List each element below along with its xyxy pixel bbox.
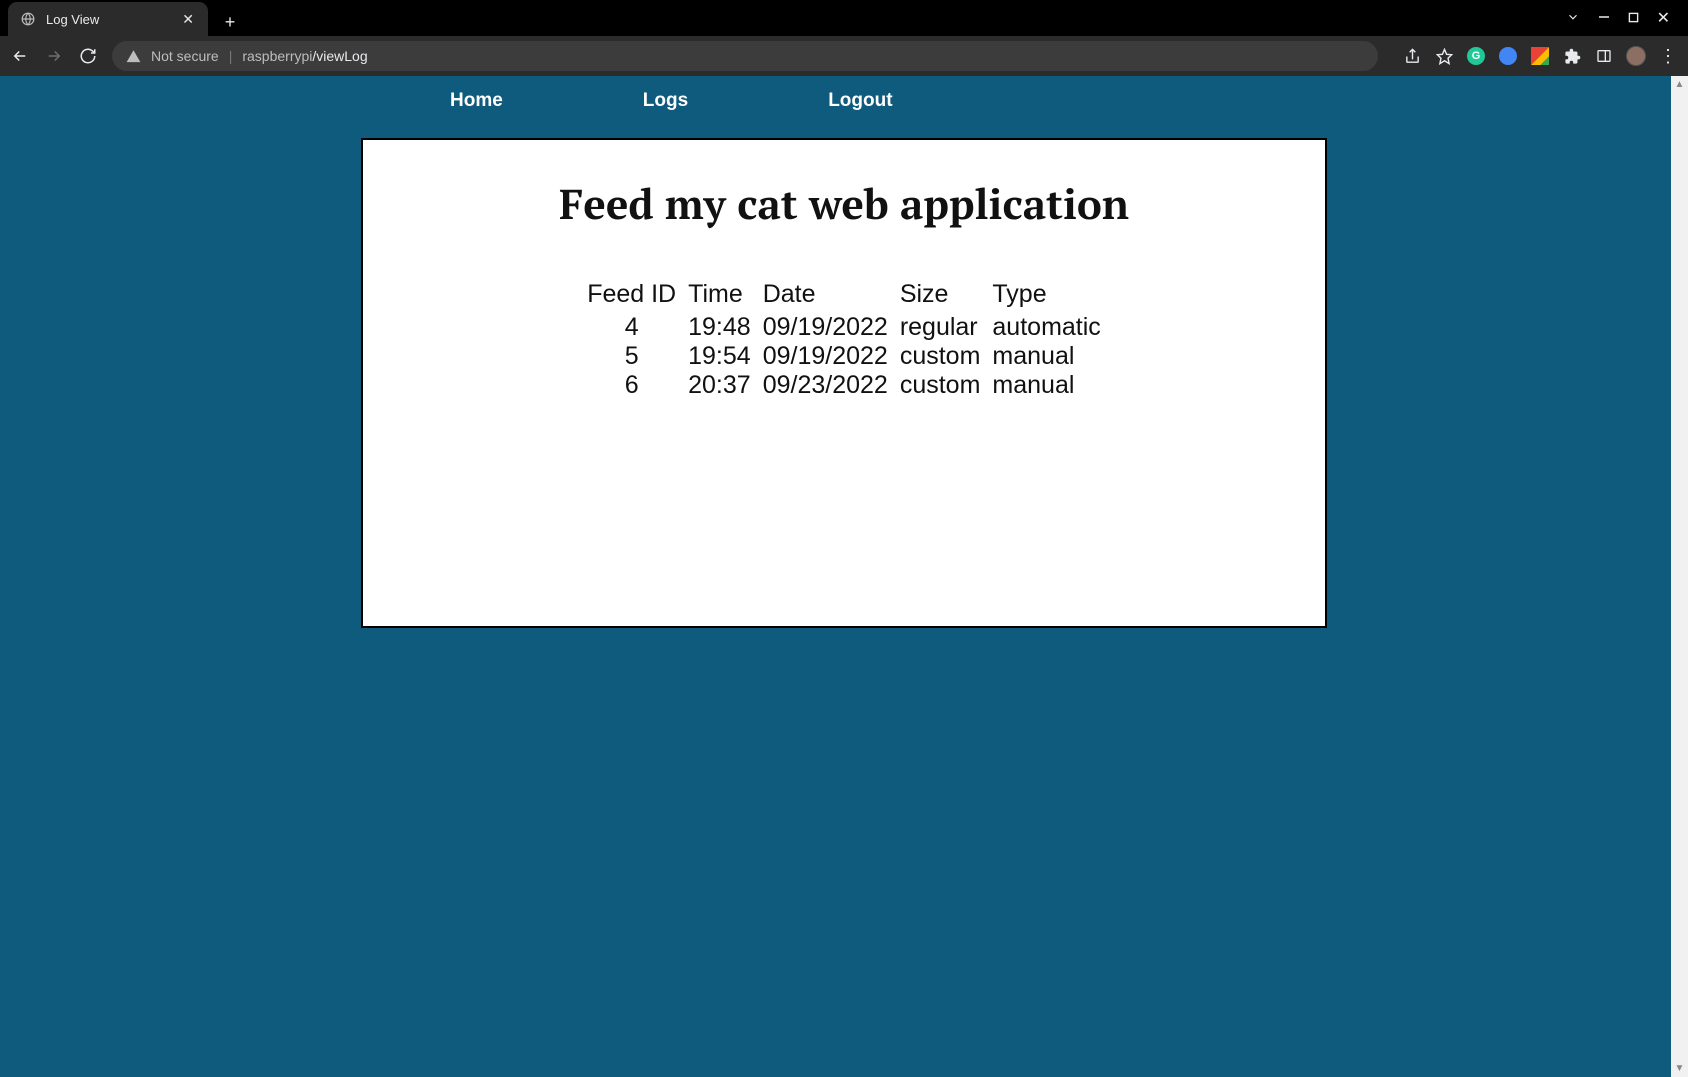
side-panel-icon[interactable] <box>1594 46 1614 66</box>
profile-avatar-icon[interactable] <box>1626 46 1646 66</box>
not-secure-label: Not secure <box>151 48 219 64</box>
extension-color-icon[interactable] <box>1530 46 1550 66</box>
maximize-icon[interactable] <box>1628 10 1639 26</box>
scroll-down-icon[interactable]: ▼ <box>1671 1060 1688 1077</box>
cell-type: automatic <box>986 313 1106 342</box>
cell-id: 6 <box>581 371 682 400</box>
cell-date: 09/19/2022 <box>757 342 894 371</box>
cell-type: manual <box>986 371 1106 400</box>
tab-title: Log View <box>46 12 178 27</box>
share-icon[interactable] <box>1402 46 1422 66</box>
app-navbar: Home Logs Logout <box>450 76 1688 130</box>
cell-id: 4 <box>581 313 682 342</box>
cell-time: 20:37 <box>682 371 757 400</box>
chevron-down-icon[interactable] <box>1566 10 1580 27</box>
close-window-icon[interactable]: ✕ <box>1657 8 1670 28</box>
address-path: /viewLog <box>312 48 367 64</box>
cell-size: custom <box>894 371 987 400</box>
cell-date: 09/23/2022 <box>757 371 894 400</box>
forward-icon[interactable] <box>44 46 64 66</box>
nav-home-link[interactable]: Home <box>450 90 503 112</box>
reload-icon[interactable] <box>78 46 98 66</box>
extension-blue-icon[interactable] <box>1498 46 1518 66</box>
extensions-puzzle-icon[interactable] <box>1562 46 1582 66</box>
nav-logs-link[interactable]: Logs <box>643 90 688 112</box>
page-viewport: Home Logs Logout Feed my cat web applica… <box>0 76 1688 1077</box>
cell-time: 19:54 <box>682 342 757 371</box>
browser-toolbar: Not secure | raspberrypi/viewLog G ⋮ <box>0 36 1688 76</box>
window-controls: ✕ <box>1548 0 1688 36</box>
cell-id: 5 <box>581 342 682 371</box>
back-icon[interactable] <box>10 46 30 66</box>
not-secure-icon <box>126 49 141 64</box>
minimize-icon[interactable] <box>1598 10 1610 26</box>
log-table: Feed ID Time Date Size Type 4 19:48 09/1… <box>581 280 1107 400</box>
address-separator: | <box>229 48 233 64</box>
table-header-time: Time <box>682 280 757 313</box>
close-tab-icon[interactable]: ✕ <box>178 11 198 28</box>
kebab-menu-icon[interactable]: ⋮ <box>1658 46 1678 66</box>
table-header-size: Size <box>894 280 987 313</box>
globe-icon <box>20 11 36 27</box>
cell-type: manual <box>986 342 1106 371</box>
cell-size: custom <box>894 342 987 371</box>
browser-tab[interactable]: Log View ✕ <box>8 2 208 36</box>
scroll-up-icon[interactable]: ▲ <box>1671 76 1688 93</box>
cell-time: 19:48 <box>682 313 757 342</box>
table-row: 5 19:54 09/19/2022 custom manual <box>581 342 1107 371</box>
toolbar-right-icons: G ⋮ <box>1392 46 1678 66</box>
table-row: 6 20:37 09/23/2022 custom manual <box>581 371 1107 400</box>
bookmark-star-icon[interactable] <box>1434 46 1454 66</box>
cell-date: 09/19/2022 <box>757 313 894 342</box>
address-bar[interactable]: Not secure | raspberrypi/viewLog <box>112 41 1378 71</box>
page-title: Feed my cat web application <box>363 176 1325 232</box>
content-card: Feed my cat web application Feed ID Time… <box>361 138 1327 628</box>
table-header-id: Feed ID <box>581 280 682 313</box>
address-host: raspberrypi <box>242 48 312 64</box>
page-body: Home Logs Logout Feed my cat web applica… <box>0 76 1688 1077</box>
table-row: 4 19:48 09/19/2022 regular automatic <box>581 313 1107 342</box>
nav-logout-link[interactable]: Logout <box>828 90 892 112</box>
new-tab-button[interactable]: + <box>216 8 244 36</box>
extension-grammarly-icon[interactable]: G <box>1466 46 1486 66</box>
browser-titlebar: Log View ✕ + ✕ <box>0 0 1688 36</box>
table-header-date: Date <box>757 280 894 313</box>
vertical-scrollbar[interactable]: ▲ ▼ <box>1671 76 1688 1077</box>
table-header-row: Feed ID Time Date Size Type <box>581 280 1107 313</box>
table-header-type: Type <box>986 280 1106 313</box>
cell-size: regular <box>894 313 987 342</box>
